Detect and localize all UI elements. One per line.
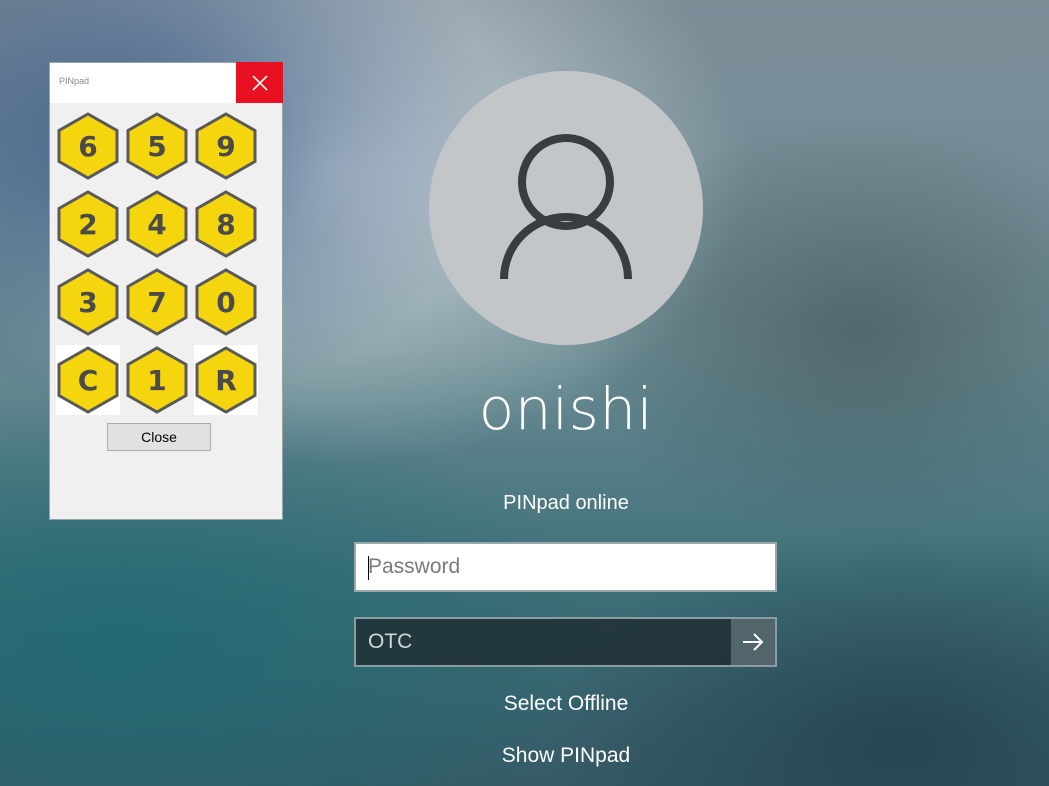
pinpad-key-label: 6 bbox=[78, 129, 98, 163]
otc-field[interactable] bbox=[356, 619, 731, 665]
text-caret bbox=[368, 556, 369, 580]
pinpad-key-label: 8 bbox=[216, 207, 236, 241]
select-offline-link[interactable]: Select Offline bbox=[366, 692, 766, 716]
password-field[interactable] bbox=[356, 544, 775, 590]
password-field-container bbox=[354, 542, 777, 592]
pinpad-key-label: 7 bbox=[147, 285, 167, 319]
pinpad-titlebar[interactable]: PINpad bbox=[50, 62, 283, 103]
pinpad-key-label: R bbox=[215, 363, 237, 397]
show-pinpad-link[interactable]: Show PINpad bbox=[366, 744, 766, 768]
user-icon bbox=[500, 134, 632, 280]
pinpad-key[interactable]: 9 bbox=[194, 111, 258, 181]
pinpad-key-label: 3 bbox=[78, 285, 98, 319]
pinpad-key[interactable]: 5 bbox=[125, 111, 189, 181]
window-close-button[interactable] bbox=[236, 62, 283, 103]
pinpad-status: PINpad online bbox=[503, 492, 629, 514]
pinpad-key-label: 2 bbox=[78, 207, 98, 241]
otc-field-container bbox=[354, 617, 777, 667]
pinpad-key[interactable]: 3 bbox=[56, 267, 120, 337]
close-icon bbox=[251, 74, 268, 91]
pinpad-key-label: 0 bbox=[216, 285, 236, 319]
pinpad-key-label: 5 bbox=[147, 129, 167, 163]
pinpad-window-title: PINpad bbox=[59, 76, 90, 86]
pinpad-close-button[interactable]: Close bbox=[107, 423, 211, 451]
username: onishi bbox=[478, 375, 654, 443]
pinpad-key[interactable]: 0 bbox=[194, 267, 258, 337]
pinpad-key-clear[interactable]: C bbox=[56, 345, 120, 415]
submit-button[interactable] bbox=[731, 619, 775, 665]
pinpad-key[interactable]: 4 bbox=[125, 189, 189, 259]
pinpad-key[interactable]: 2 bbox=[56, 189, 120, 259]
pinpad-key-label: C bbox=[77, 363, 99, 397]
pinpad-key-reset[interactable]: R bbox=[194, 345, 258, 415]
pinpad-key-label: 4 bbox=[147, 207, 167, 241]
avatar bbox=[429, 71, 703, 345]
pinpad-key[interactable]: 7 bbox=[125, 267, 189, 337]
arrow-right-icon bbox=[743, 633, 764, 651]
pinpad-key[interactable]: 1 bbox=[125, 345, 189, 415]
pinpad-key[interactable]: 6 bbox=[56, 111, 120, 181]
pinpad-window: PINpad 6 5 9 2 4 8 3 7 0 C 1 R Close bbox=[49, 62, 283, 520]
pinpad-keys: 6 5 9 2 4 8 3 7 0 C 1 R bbox=[56, 111, 258, 415]
pinpad-key[interactable]: 8 bbox=[194, 189, 258, 259]
pinpad-key-label: 1 bbox=[147, 363, 167, 397]
pinpad-key-label: 9 bbox=[216, 129, 236, 163]
